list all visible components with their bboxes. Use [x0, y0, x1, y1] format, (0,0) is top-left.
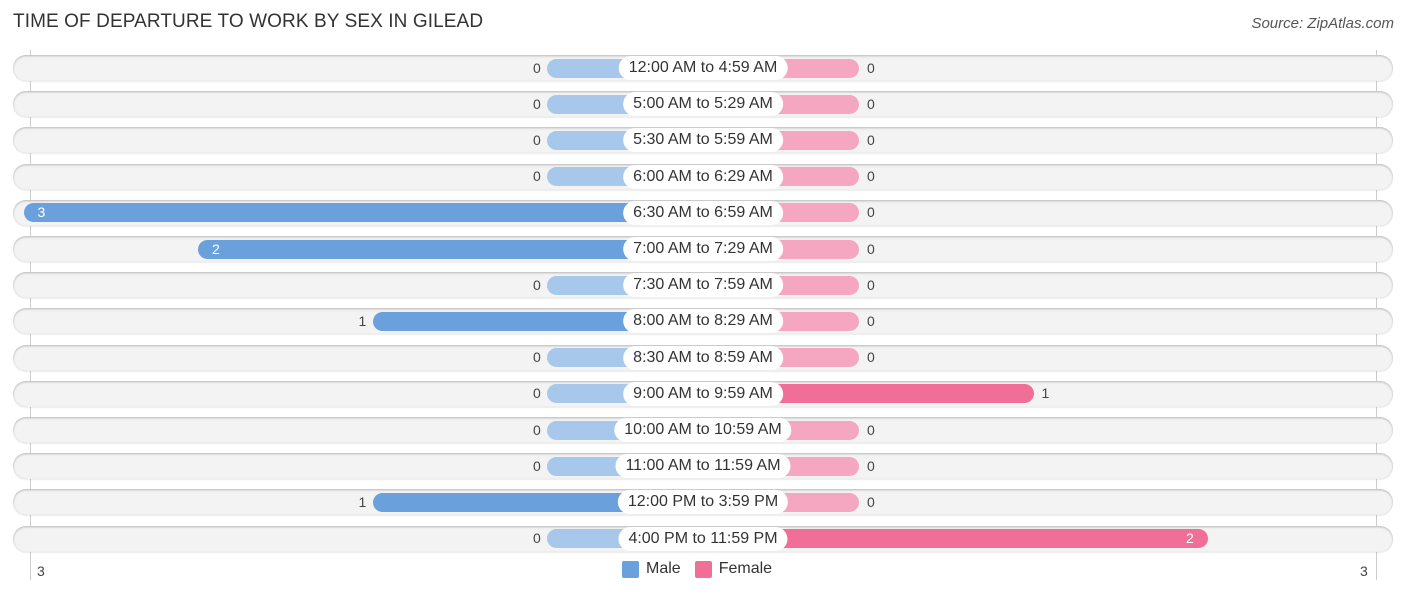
- value-label-female: 0: [867, 95, 875, 112]
- value-label-male: 1: [358, 312, 367, 329]
- value-label-female: 0: [867, 493, 875, 510]
- category-label: 12:00 PM to 3:59 PM: [617, 490, 789, 515]
- value-label-female: 2: [1186, 530, 1194, 547]
- value-label-male: 0: [533, 349, 541, 366]
- category-label: 10:00 AM to 10:59 AM: [614, 418, 792, 442]
- value-label-female: 0: [867, 276, 875, 293]
- value-label-male: 0: [533, 168, 541, 185]
- category-label: 6:30 AM to 6:59 AM: [623, 200, 783, 225]
- value-label-male: 0: [533, 131, 541, 148]
- category-label: 8:30 AM to 8:59 AM: [623, 345, 783, 370]
- value-label-male: 0: [533, 457, 541, 474]
- category-label: 12:00 AM to 4:59 AM: [618, 56, 788, 80]
- legend-swatch-female: [694, 560, 712, 578]
- value-label-male: 2: [212, 240, 220, 257]
- category-label: 7:30 AM to 7:59 AM: [623, 273, 783, 298]
- value-label-male: 1: [358, 493, 367, 510]
- chart-source: Source: ZipAtlas.com: [1251, 15, 1394, 32]
- category-label: 6:00 AM to 6:29 AM: [623, 164, 783, 189]
- value-label-male: 0: [533, 276, 541, 293]
- value-label-male: 0: [533, 421, 541, 438]
- value-label-female: 0: [867, 131, 875, 148]
- value-label-male: 0: [533, 385, 541, 402]
- value-label-male: 0: [533, 59, 541, 76]
- axis-tick-left: 3: [37, 563, 45, 579]
- legend-label-male: Male: [646, 560, 681, 577]
- category-label: 9:00 AM to 9:59 AM: [623, 381, 783, 406]
- value-label-female: 0: [867, 59, 875, 76]
- category-label: 7:00 AM to 7:29 AM: [623, 237, 783, 261]
- category-label: 5:30 AM to 5:59 AM: [623, 128, 783, 153]
- legend-item-male: Male: [622, 560, 681, 578]
- value-label-female: 0: [867, 312, 875, 329]
- category-label: 11:00 AM to 11:59 AM: [615, 454, 791, 479]
- category-label: 8:00 AM to 8:29 AM: [623, 309, 783, 334]
- chart-legend: Male Female: [622, 560, 786, 578]
- bar-male: [23, 203, 703, 223]
- legend-item-female: Female: [694, 560, 773, 578]
- axis-tick-right: 3: [1360, 563, 1368, 579]
- value-label-female: 0: [867, 421, 875, 438]
- legend-swatch-male: [622, 560, 639, 578]
- value-label-female: 0: [867, 457, 875, 474]
- category-label: 4:00 PM to 11:59 PM: [618, 526, 788, 551]
- category-label: 5:00 AM to 5:29 AM: [623, 92, 783, 117]
- value-label-female: 0: [867, 240, 875, 257]
- value-label-male: 0: [533, 530, 541, 547]
- value-label-female: 0: [867, 168, 875, 185]
- value-label-female: 1: [1041, 385, 1050, 402]
- value-label-female: 0: [867, 204, 875, 221]
- value-label-male: 3: [37, 204, 46, 221]
- value-label-female: 0: [867, 349, 875, 366]
- legend-label-female: Female: [718, 560, 773, 577]
- value-label-male: 0: [533, 95, 541, 112]
- chart-title: TIME OF DEPARTURE TO WORK BY SEX IN GILE…: [13, 11, 484, 32]
